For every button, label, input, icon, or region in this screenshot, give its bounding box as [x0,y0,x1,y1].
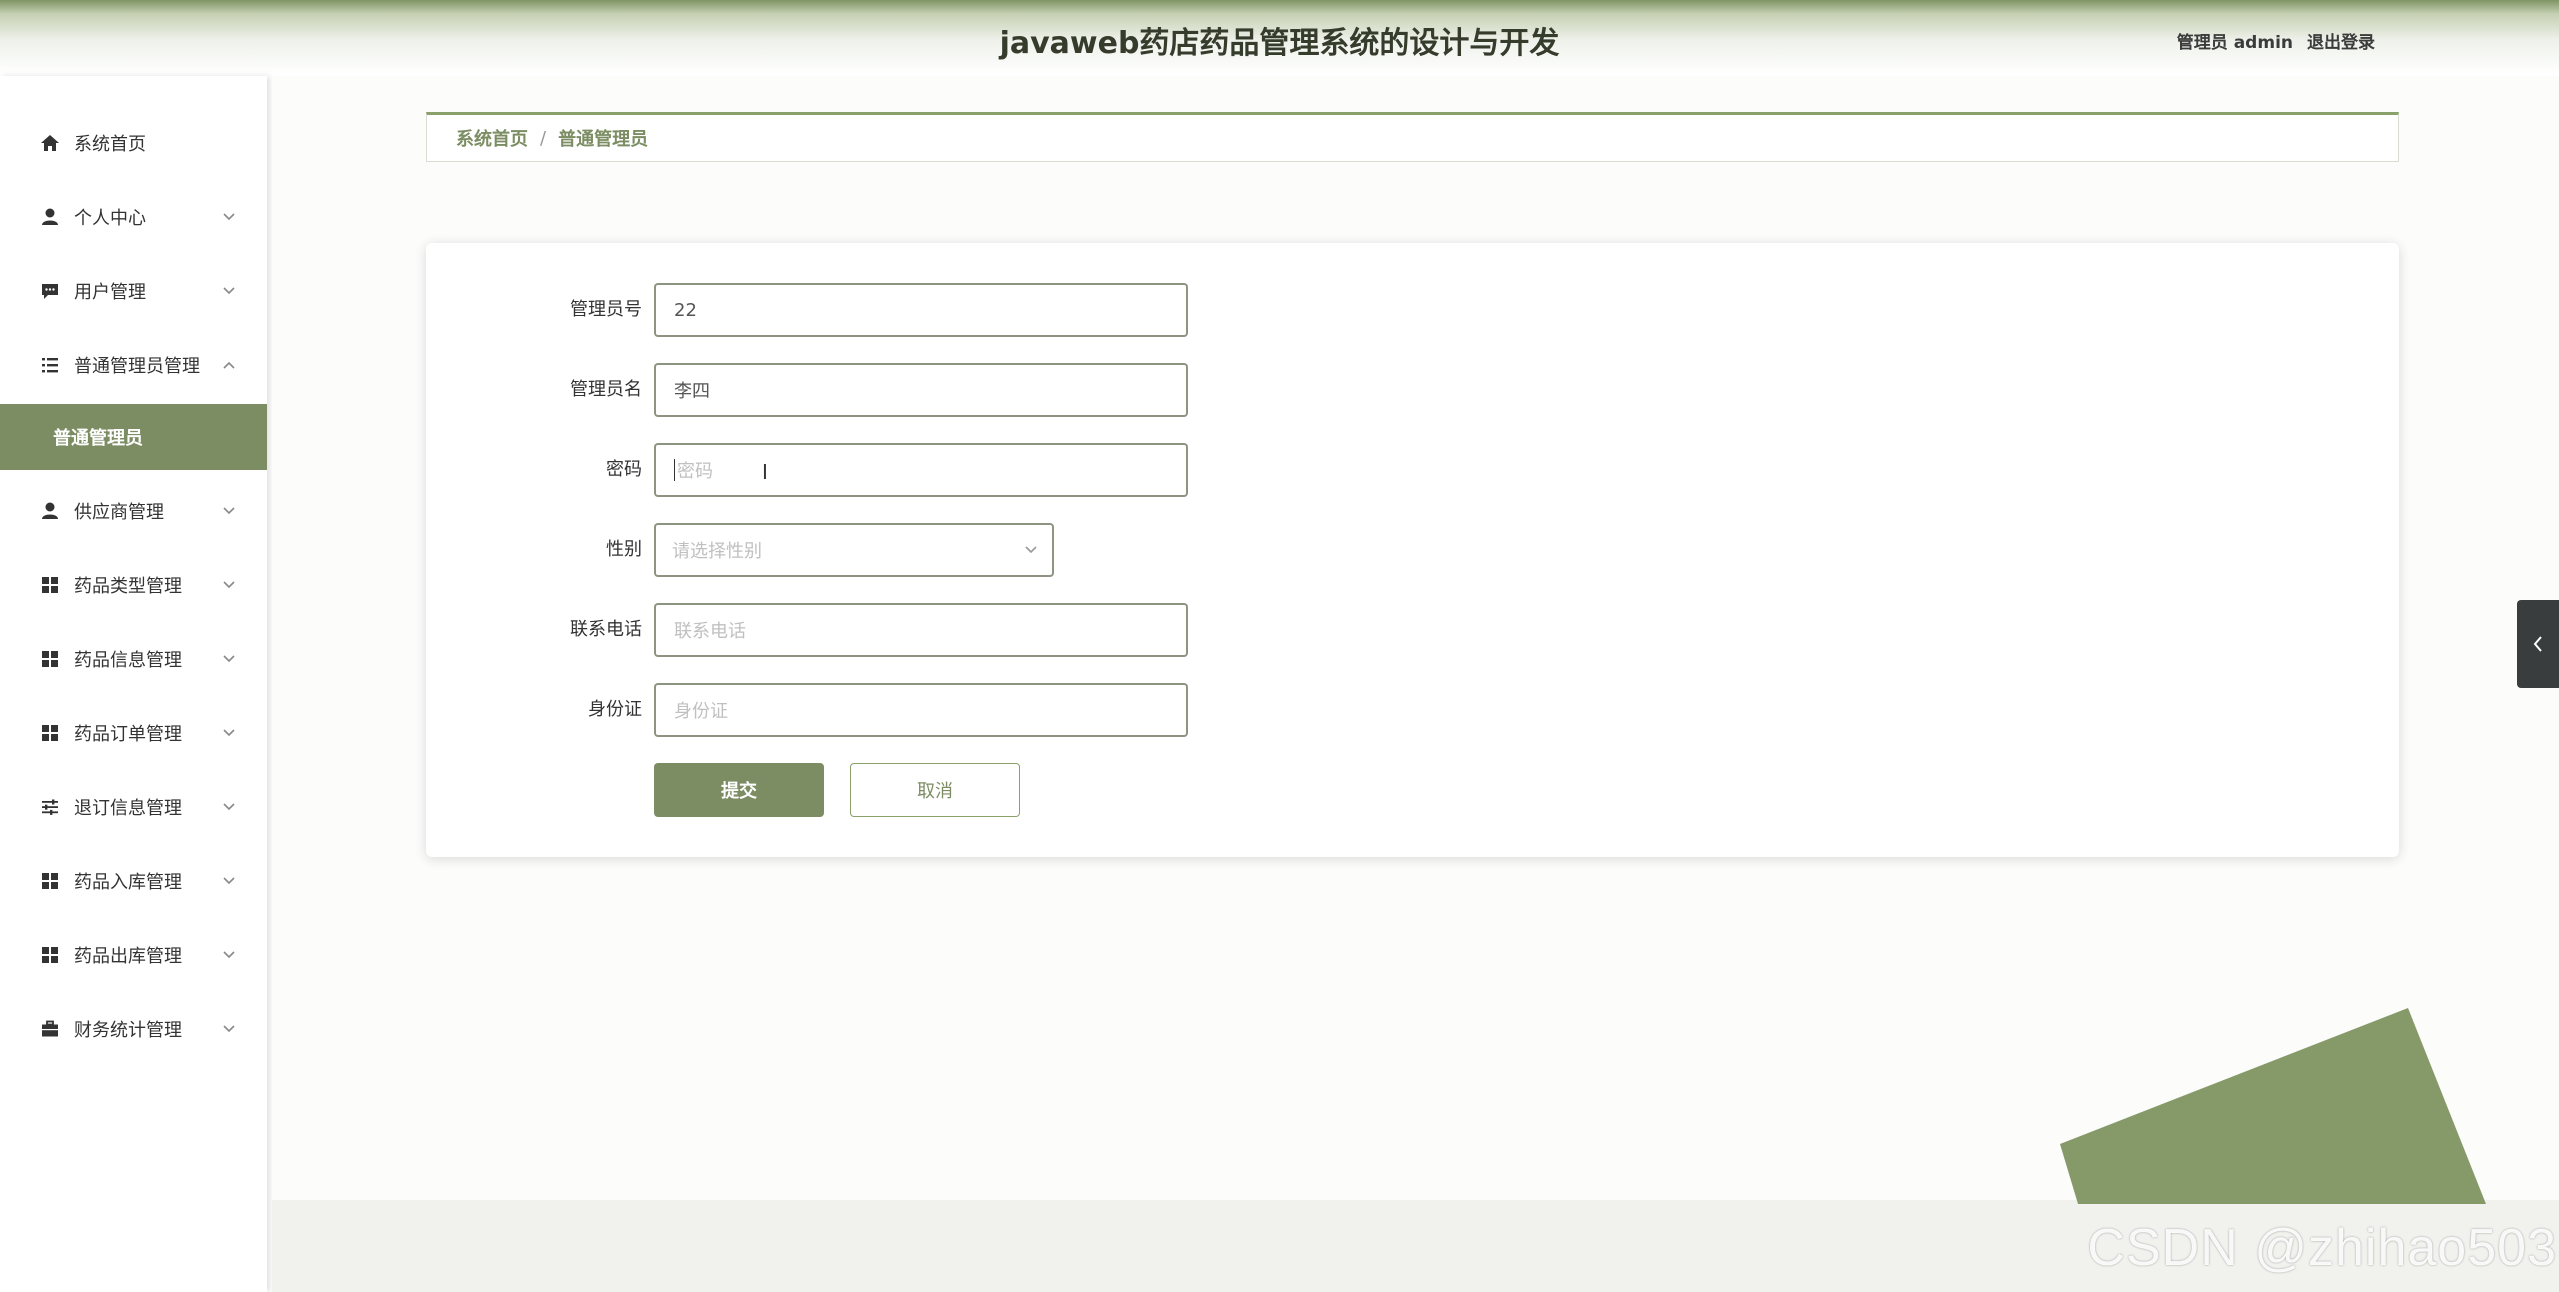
sidebar-item-cancellation-management[interactable]: 退订信息管理 [0,770,267,844]
sidebar-item-stock-out-management[interactable]: 药品出库管理 [0,918,267,992]
logout-link[interactable]: 退出登录 [2307,28,2375,53]
form-row-admin-id: 管理员号 22 [426,283,2399,337]
top-header: javaweb药店药品管理系统的设计与开发 管理员 admin 退出登录 [0,0,2559,74]
grid-icon [38,573,62,597]
chevron-down-icon [223,1025,235,1033]
sidebar-item-drug-type-management[interactable]: 药品类型管理 [0,548,267,622]
form-row-gender: 性别 请选择性别 [426,523,2399,577]
chevron-down-icon [223,213,235,221]
sidebar-subitem-admin[interactable]: 普通管理员 [0,404,267,470]
sidebar-item-label: 个人中心 [74,208,146,229]
chevron-down-icon [223,729,235,737]
gender-select[interactable]: 请选择性别 [654,523,1054,577]
cancel-button[interactable]: 取消 [850,763,1020,817]
user-area: 管理员 admin 退出登录 [2177,28,2375,53]
admin-form-card: 管理员号 22 管理员名 李四 密码 密码 I 性别 请选择性别 联系电话 联系… [426,243,2399,857]
sidebar-item-label: 退订信息管理 [74,798,182,819]
decorative-shape [2060,1008,2486,1204]
sidebar-item-supplier-management[interactable]: 供应商管理 [0,474,267,548]
chat-icon [38,279,62,303]
grid-icon [38,943,62,967]
sidebar-item-label: 供应商管理 [74,502,164,523]
admin-id-input[interactable]: 22 [654,283,1188,337]
chevron-up-icon [223,361,235,369]
sidebar-item-drug-info-management[interactable]: 药品信息管理 [0,622,267,696]
sidebar-item-stock-in-management[interactable]: 药品入库管理 [0,844,267,918]
password-placeholder: 密码 [677,461,713,482]
grid-icon [38,869,62,893]
chevron-left-icon [2533,636,2542,652]
briefcase-icon [38,1017,62,1041]
breadcrumb-home-link[interactable]: 系统首页 [456,125,528,151]
breadcrumb-separator: / [540,127,547,149]
sidebar-item-finance-management[interactable]: 财务统计管理 [0,992,267,1066]
submit-button[interactable]: 提交 [654,763,824,817]
text-cursor-icon: I [762,460,768,484]
sidebar-item-drug-order-management[interactable]: 药品订单管理 [0,696,267,770]
grid-icon [38,647,62,671]
app-title: javaweb药店药品管理系统的设计与开发 [999,26,1560,61]
chevron-down-icon [1025,546,1037,554]
sidebar-item-label: 用户管理 [74,282,146,303]
person-icon [38,205,62,229]
current-user-label: 管理员 admin [2176,33,2293,53]
phone-label: 联系电话 [570,619,642,640]
sidebar-item-home[interactable]: 系统首页 [0,106,267,180]
phone-input[interactable]: 联系电话 [654,603,1188,657]
chevron-down-icon [223,287,235,295]
chevron-down-icon [223,655,235,663]
chevron-down-icon [223,877,235,885]
admin-id-label: 管理员号 [570,299,642,320]
form-row-password: 密码 密码 I [426,443,2399,497]
breadcrumb-current: 普通管理员 [558,129,649,150]
form-row-id-card: 身份证 身份证 [426,683,2399,737]
admin-name-input[interactable]: 李四 [654,363,1188,417]
gender-placeholder: 请选择性别 [672,541,762,562]
sidebar-item-label: 系统首页 [74,134,146,155]
admin-name-label: 管理员名 [570,379,642,400]
home-icon [38,131,62,155]
chevron-down-icon [223,581,235,589]
side-drawer-toggle[interactable] [2517,600,2559,688]
password-label: 密码 [606,459,642,480]
sidebar-item-admin-management[interactable]: 普通管理员管理 [0,328,267,402]
text-caret [674,459,675,481]
form-row-admin-name: 管理员名 李四 [426,363,2399,417]
sidebar-item-label: 药品出库管理 [74,946,182,967]
id-card-label: 身份证 [588,699,642,720]
sidebar-item-label: 药品入库管理 [74,872,182,893]
breadcrumb: 系统首页 / 普通管理员 [426,112,2399,162]
sidebar-item-label: 普通管理员管理 [74,356,200,377]
sidebar: 系统首页 个人中心 用户管理 普通管理员管理 普通管理员 供应商管理 药品类型管… [0,76,267,1292]
id-card-input[interactable]: 身份证 [654,683,1188,737]
sidebar-item-label: 药品类型管理 [74,576,182,597]
chevron-down-icon [223,951,235,959]
sidebar-item-label: 药品信息管理 [74,650,182,671]
sidebar-subitem-label: 普通管理员 [53,428,143,449]
sidebar-item-label: 财务统计管理 [74,1020,182,1041]
chevron-down-icon [223,803,235,811]
grid-icon [38,721,62,745]
sidebar-item-user-management[interactable]: 用户管理 [0,254,267,328]
chevron-down-icon [223,507,235,515]
person-icon [38,499,62,523]
sidebar-item-personal-center[interactable]: 个人中心 [0,180,267,254]
list-icon [38,353,62,377]
gender-label: 性别 [606,539,642,560]
form-row-phone: 联系电话 联系电话 [426,603,2399,657]
sidebar-item-label: 药品订单管理 [74,724,182,745]
password-input[interactable]: 密码 [654,443,1188,497]
sliders-icon [38,795,62,819]
csdn-watermark: CSDN @zhihao503 [2087,1219,2557,1277]
